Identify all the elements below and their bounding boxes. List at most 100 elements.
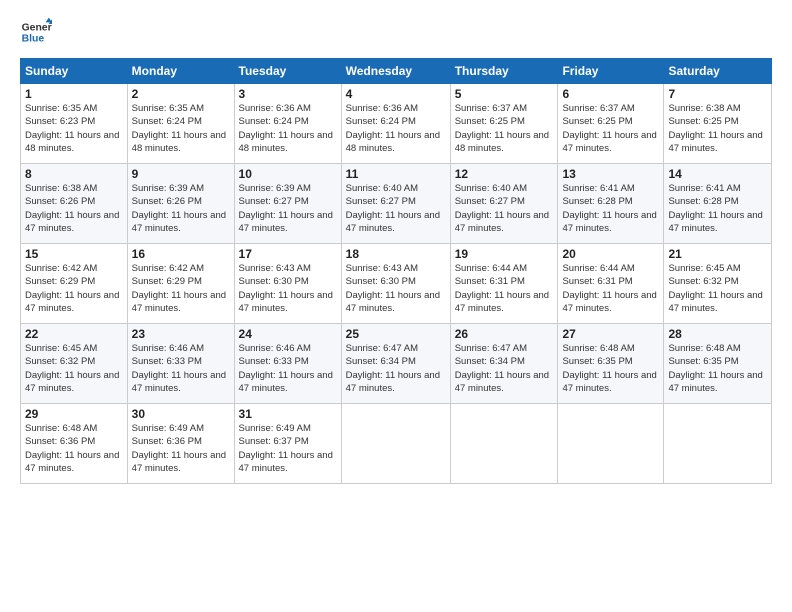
day-cell: 2 Sunrise: 6:35 AMSunset: 6:24 PMDayligh… bbox=[127, 84, 234, 164]
day-number: 21 bbox=[668, 247, 767, 261]
day-info: Sunrise: 6:39 AMSunset: 6:26 PMDaylight:… bbox=[132, 183, 226, 234]
day-cell: 3 Sunrise: 6:36 AMSunset: 6:24 PMDayligh… bbox=[234, 84, 341, 164]
day-number: 18 bbox=[346, 247, 446, 261]
day-cell: 4 Sunrise: 6:36 AMSunset: 6:24 PMDayligh… bbox=[341, 84, 450, 164]
day-info: Sunrise: 6:48 AMSunset: 6:35 PMDaylight:… bbox=[562, 343, 656, 394]
day-number: 6 bbox=[562, 87, 659, 101]
day-cell: 9 Sunrise: 6:39 AMSunset: 6:26 PMDayligh… bbox=[127, 164, 234, 244]
day-cell: 7 Sunrise: 6:38 AMSunset: 6:25 PMDayligh… bbox=[664, 84, 772, 164]
day-number: 26 bbox=[455, 327, 554, 341]
svg-text:Blue: Blue bbox=[22, 34, 45, 45]
day-cell: 27 Sunrise: 6:48 AMSunset: 6:35 PMDaylig… bbox=[558, 324, 664, 404]
day-number: 29 bbox=[25, 407, 123, 421]
weekday-header-saturday: Saturday bbox=[664, 59, 772, 84]
day-cell: 1 Sunrise: 6:35 AMSunset: 6:23 PMDayligh… bbox=[21, 84, 128, 164]
day-number: 4 bbox=[346, 87, 446, 101]
day-cell: 31 Sunrise: 6:49 AMSunset: 6:37 PMDaylig… bbox=[234, 404, 341, 484]
week-row-5: 29 Sunrise: 6:48 AMSunset: 6:36 PMDaylig… bbox=[21, 404, 772, 484]
day-info: Sunrise: 6:38 AMSunset: 6:26 PMDaylight:… bbox=[25, 183, 119, 234]
day-cell: 13 Sunrise: 6:41 AMSunset: 6:28 PMDaylig… bbox=[558, 164, 664, 244]
day-number: 13 bbox=[562, 167, 659, 181]
day-cell: 15 Sunrise: 6:42 AMSunset: 6:29 PMDaylig… bbox=[21, 244, 128, 324]
weekday-header-wednesday: Wednesday bbox=[341, 59, 450, 84]
day-info: Sunrise: 6:44 AMSunset: 6:31 PMDaylight:… bbox=[562, 263, 656, 314]
day-number: 20 bbox=[562, 247, 659, 261]
day-info: Sunrise: 6:40 AMSunset: 6:27 PMDaylight:… bbox=[346, 183, 440, 234]
day-cell: 11 Sunrise: 6:40 AMSunset: 6:27 PMDaylig… bbox=[341, 164, 450, 244]
day-cell: 8 Sunrise: 6:38 AMSunset: 6:26 PMDayligh… bbox=[21, 164, 128, 244]
day-info: Sunrise: 6:45 AMSunset: 6:32 PMDaylight:… bbox=[25, 343, 119, 394]
day-info: Sunrise: 6:46 AMSunset: 6:33 PMDaylight:… bbox=[239, 343, 333, 394]
day-info: Sunrise: 6:42 AMSunset: 6:29 PMDaylight:… bbox=[132, 263, 226, 314]
day-cell: 20 Sunrise: 6:44 AMSunset: 6:31 PMDaylig… bbox=[558, 244, 664, 324]
week-row-1: 1 Sunrise: 6:35 AMSunset: 6:23 PMDayligh… bbox=[21, 84, 772, 164]
calendar-table: SundayMondayTuesdayWednesdayThursdayFrid… bbox=[20, 58, 772, 484]
day-number: 2 bbox=[132, 87, 230, 101]
day-info: Sunrise: 6:43 AMSunset: 6:30 PMDaylight:… bbox=[346, 263, 440, 314]
day-number: 16 bbox=[132, 247, 230, 261]
day-number: 9 bbox=[132, 167, 230, 181]
day-cell: 19 Sunrise: 6:44 AMSunset: 6:31 PMDaylig… bbox=[450, 244, 558, 324]
day-cell bbox=[664, 404, 772, 484]
day-cell bbox=[450, 404, 558, 484]
week-row-2: 8 Sunrise: 6:38 AMSunset: 6:26 PMDayligh… bbox=[21, 164, 772, 244]
day-cell: 6 Sunrise: 6:37 AMSunset: 6:25 PMDayligh… bbox=[558, 84, 664, 164]
day-info: Sunrise: 6:49 AMSunset: 6:36 PMDaylight:… bbox=[132, 423, 226, 474]
weekday-header-row: SundayMondayTuesdayWednesdayThursdayFrid… bbox=[21, 59, 772, 84]
logo-icon: General Blue bbox=[20, 16, 52, 48]
weekday-header-friday: Friday bbox=[558, 59, 664, 84]
day-number: 19 bbox=[455, 247, 554, 261]
day-cell: 24 Sunrise: 6:46 AMSunset: 6:33 PMDaylig… bbox=[234, 324, 341, 404]
day-number: 27 bbox=[562, 327, 659, 341]
page: General Blue SundayMondayTuesdayWednesda… bbox=[0, 0, 792, 612]
day-info: Sunrise: 6:38 AMSunset: 6:25 PMDaylight:… bbox=[668, 103, 762, 154]
day-number: 7 bbox=[668, 87, 767, 101]
day-number: 5 bbox=[455, 87, 554, 101]
day-info: Sunrise: 6:36 AMSunset: 6:24 PMDaylight:… bbox=[346, 103, 440, 154]
day-number: 3 bbox=[239, 87, 337, 101]
day-number: 23 bbox=[132, 327, 230, 341]
day-cell: 28 Sunrise: 6:48 AMSunset: 6:35 PMDaylig… bbox=[664, 324, 772, 404]
day-cell: 30 Sunrise: 6:49 AMSunset: 6:36 PMDaylig… bbox=[127, 404, 234, 484]
day-cell: 26 Sunrise: 6:47 AMSunset: 6:34 PMDaylig… bbox=[450, 324, 558, 404]
day-number: 30 bbox=[132, 407, 230, 421]
day-info: Sunrise: 6:35 AMSunset: 6:23 PMDaylight:… bbox=[25, 103, 119, 154]
weekday-header-sunday: Sunday bbox=[21, 59, 128, 84]
day-number: 25 bbox=[346, 327, 446, 341]
header: General Blue bbox=[20, 16, 772, 48]
day-number: 24 bbox=[239, 327, 337, 341]
weekday-header-tuesday: Tuesday bbox=[234, 59, 341, 84]
day-info: Sunrise: 6:36 AMSunset: 6:24 PMDaylight:… bbox=[239, 103, 333, 154]
day-cell bbox=[558, 404, 664, 484]
day-number: 17 bbox=[239, 247, 337, 261]
day-cell: 23 Sunrise: 6:46 AMSunset: 6:33 PMDaylig… bbox=[127, 324, 234, 404]
day-number: 8 bbox=[25, 167, 123, 181]
day-cell: 10 Sunrise: 6:39 AMSunset: 6:27 PMDaylig… bbox=[234, 164, 341, 244]
day-cell: 29 Sunrise: 6:48 AMSunset: 6:36 PMDaylig… bbox=[21, 404, 128, 484]
day-number: 28 bbox=[668, 327, 767, 341]
day-info: Sunrise: 6:37 AMSunset: 6:25 PMDaylight:… bbox=[455, 103, 549, 154]
day-info: Sunrise: 6:43 AMSunset: 6:30 PMDaylight:… bbox=[239, 263, 333, 314]
week-row-3: 15 Sunrise: 6:42 AMSunset: 6:29 PMDaylig… bbox=[21, 244, 772, 324]
week-row-4: 22 Sunrise: 6:45 AMSunset: 6:32 PMDaylig… bbox=[21, 324, 772, 404]
day-info: Sunrise: 6:47 AMSunset: 6:34 PMDaylight:… bbox=[346, 343, 440, 394]
day-number: 10 bbox=[239, 167, 337, 181]
day-info: Sunrise: 6:49 AMSunset: 6:37 PMDaylight:… bbox=[239, 423, 333, 474]
svg-text:General: General bbox=[22, 22, 52, 33]
day-info: Sunrise: 6:39 AMSunset: 6:27 PMDaylight:… bbox=[239, 183, 333, 234]
day-info: Sunrise: 6:41 AMSunset: 6:28 PMDaylight:… bbox=[562, 183, 656, 234]
weekday-header-thursday: Thursday bbox=[450, 59, 558, 84]
day-number: 22 bbox=[25, 327, 123, 341]
day-info: Sunrise: 6:40 AMSunset: 6:27 PMDaylight:… bbox=[455, 183, 549, 234]
day-info: Sunrise: 6:46 AMSunset: 6:33 PMDaylight:… bbox=[132, 343, 226, 394]
day-number: 11 bbox=[346, 167, 446, 181]
day-info: Sunrise: 6:48 AMSunset: 6:36 PMDaylight:… bbox=[25, 423, 119, 474]
day-cell: 5 Sunrise: 6:37 AMSunset: 6:25 PMDayligh… bbox=[450, 84, 558, 164]
day-cell: 14 Sunrise: 6:41 AMSunset: 6:28 PMDaylig… bbox=[664, 164, 772, 244]
day-number: 31 bbox=[239, 407, 337, 421]
day-cell bbox=[341, 404, 450, 484]
day-info: Sunrise: 6:41 AMSunset: 6:28 PMDaylight:… bbox=[668, 183, 762, 234]
day-cell: 25 Sunrise: 6:47 AMSunset: 6:34 PMDaylig… bbox=[341, 324, 450, 404]
day-cell: 12 Sunrise: 6:40 AMSunset: 6:27 PMDaylig… bbox=[450, 164, 558, 244]
day-number: 15 bbox=[25, 247, 123, 261]
